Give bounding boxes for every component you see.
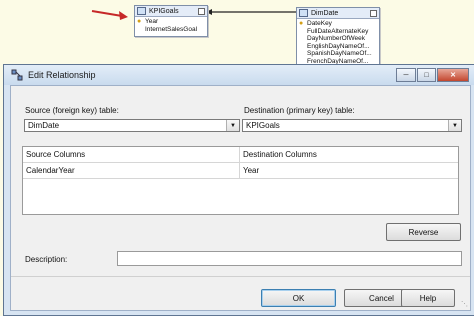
column-mapping-grid[interactable]: Source Columns Destination Columns Calen…: [22, 146, 459, 215]
dimdate-table-header[interactable]: DimDate: [297, 8, 379, 19]
table-icon: [299, 9, 308, 17]
close-icon: ✕: [450, 72, 456, 79]
destination-columns-header: Destination Columns: [243, 150, 317, 159]
kpigoals-table-title: KPIGoals: [149, 7, 179, 15]
expand-box-icon[interactable]: [370, 9, 377, 17]
kpigoals-table-header[interactable]: KPIGoals: [135, 6, 207, 17]
maximize-button[interactable]: □: [417, 68, 436, 82]
column-name: InternetSalesGoal: [145, 25, 198, 33]
maximize-icon: □: [424, 71, 429, 79]
relationship-line[interactable]: [206, 8, 298, 16]
help-button[interactable]: Help: [401, 289, 455, 307]
table-row[interactable]: CalendarYear Year: [23, 163, 458, 179]
dialog-title: Edit Relationship: [28, 70, 96, 80]
column-row[interactable]: FullDateAlternateKey: [299, 28, 377, 36]
minimize-icon: ─: [403, 71, 409, 79]
chevron-down-icon[interactable]: ▼: [226, 120, 239, 131]
column-name: DayNumberOfWeek: [307, 35, 366, 42]
chevron-down-icon[interactable]: ▼: [448, 120, 461, 131]
dialog-titlebar[interactable]: Edit Relationship ─ □ ✕: [4, 65, 474, 85]
column-row[interactable]: InternetSalesGoal: [137, 26, 205, 34]
column-row[interactable]: SpanishDayNameOf...: [299, 50, 377, 58]
diagram-canvas[interactable]: KPIGoals ● Year InternetSalesGoal DimDate…: [0, 0, 474, 65]
column-name: FullDateAlternateKey: [307, 27, 369, 35]
key-icon: ●: [299, 20, 304, 27]
ok-button[interactable]: OK: [261, 289, 336, 307]
description-label: Description:: [25, 255, 68, 264]
source-table-label: Source (foreign key) table:: [25, 106, 119, 115]
key-column-name: DateKey: [307, 20, 332, 27]
source-table-dropdown[interactable]: DimDate ▼: [24, 119, 240, 132]
key-column-name: Year: [145, 18, 159, 25]
edit-relationship-dialog: Edit Relationship ─ □ ✕ Source (foreign …: [3, 64, 474, 316]
column-name: EnglishDayNameOf...: [307, 42, 370, 50]
key-icon: ●: [137, 18, 142, 25]
source-table-value: DimDate: [28, 121, 60, 130]
key-column-row[interactable]: ● Year: [137, 18, 205, 26]
dialog-client-area: Source (foreign key) table: DimDate ▼ De…: [10, 85, 471, 311]
dimdate-table[interactable]: DimDate ● DateKey FullDateAlternateKey Da…: [296, 7, 380, 65]
column-row[interactable]: EnglishDayNameOf...: [299, 43, 377, 51]
destination-table-dropdown[interactable]: KPIGoals ▼: [242, 119, 462, 132]
column-name: SpanishDayNameOf...: [307, 50, 372, 57]
close-button[interactable]: ✕: [437, 68, 469, 82]
minimize-button[interactable]: ─: [396, 68, 416, 82]
description-input[interactable]: [117, 251, 462, 266]
reverse-button[interactable]: Reverse: [386, 223, 461, 241]
column-row[interactable]: DayNumberOfWeek: [299, 35, 377, 43]
destination-table-label: Destination (primary key) table:: [244, 106, 355, 115]
dimdate-table-title: DimDate: [311, 9, 339, 17]
expand-box-icon[interactable]: [198, 7, 205, 15]
relationship-icon: [11, 69, 23, 81]
table-icon: [137, 7, 146, 15]
red-pointer-arrow: [91, 10, 128, 20]
destination-column-cell[interactable]: Year: [240, 163, 458, 178]
source-columns-header: Source Columns: [23, 147, 240, 162]
resize-grip-icon[interactable]: ⋱: [461, 300, 468, 308]
divider: [11, 276, 470, 277]
key-column-row[interactable]: ● DateKey: [299, 20, 377, 28]
grid-header-row: Source Columns Destination Columns: [23, 147, 458, 163]
kpigoals-table[interactable]: KPIGoals ● Year InternetSalesGoal: [134, 5, 208, 37]
destination-table-value: KPIGoals: [246, 121, 280, 130]
source-column-cell[interactable]: CalendarYear: [23, 163, 240, 178]
